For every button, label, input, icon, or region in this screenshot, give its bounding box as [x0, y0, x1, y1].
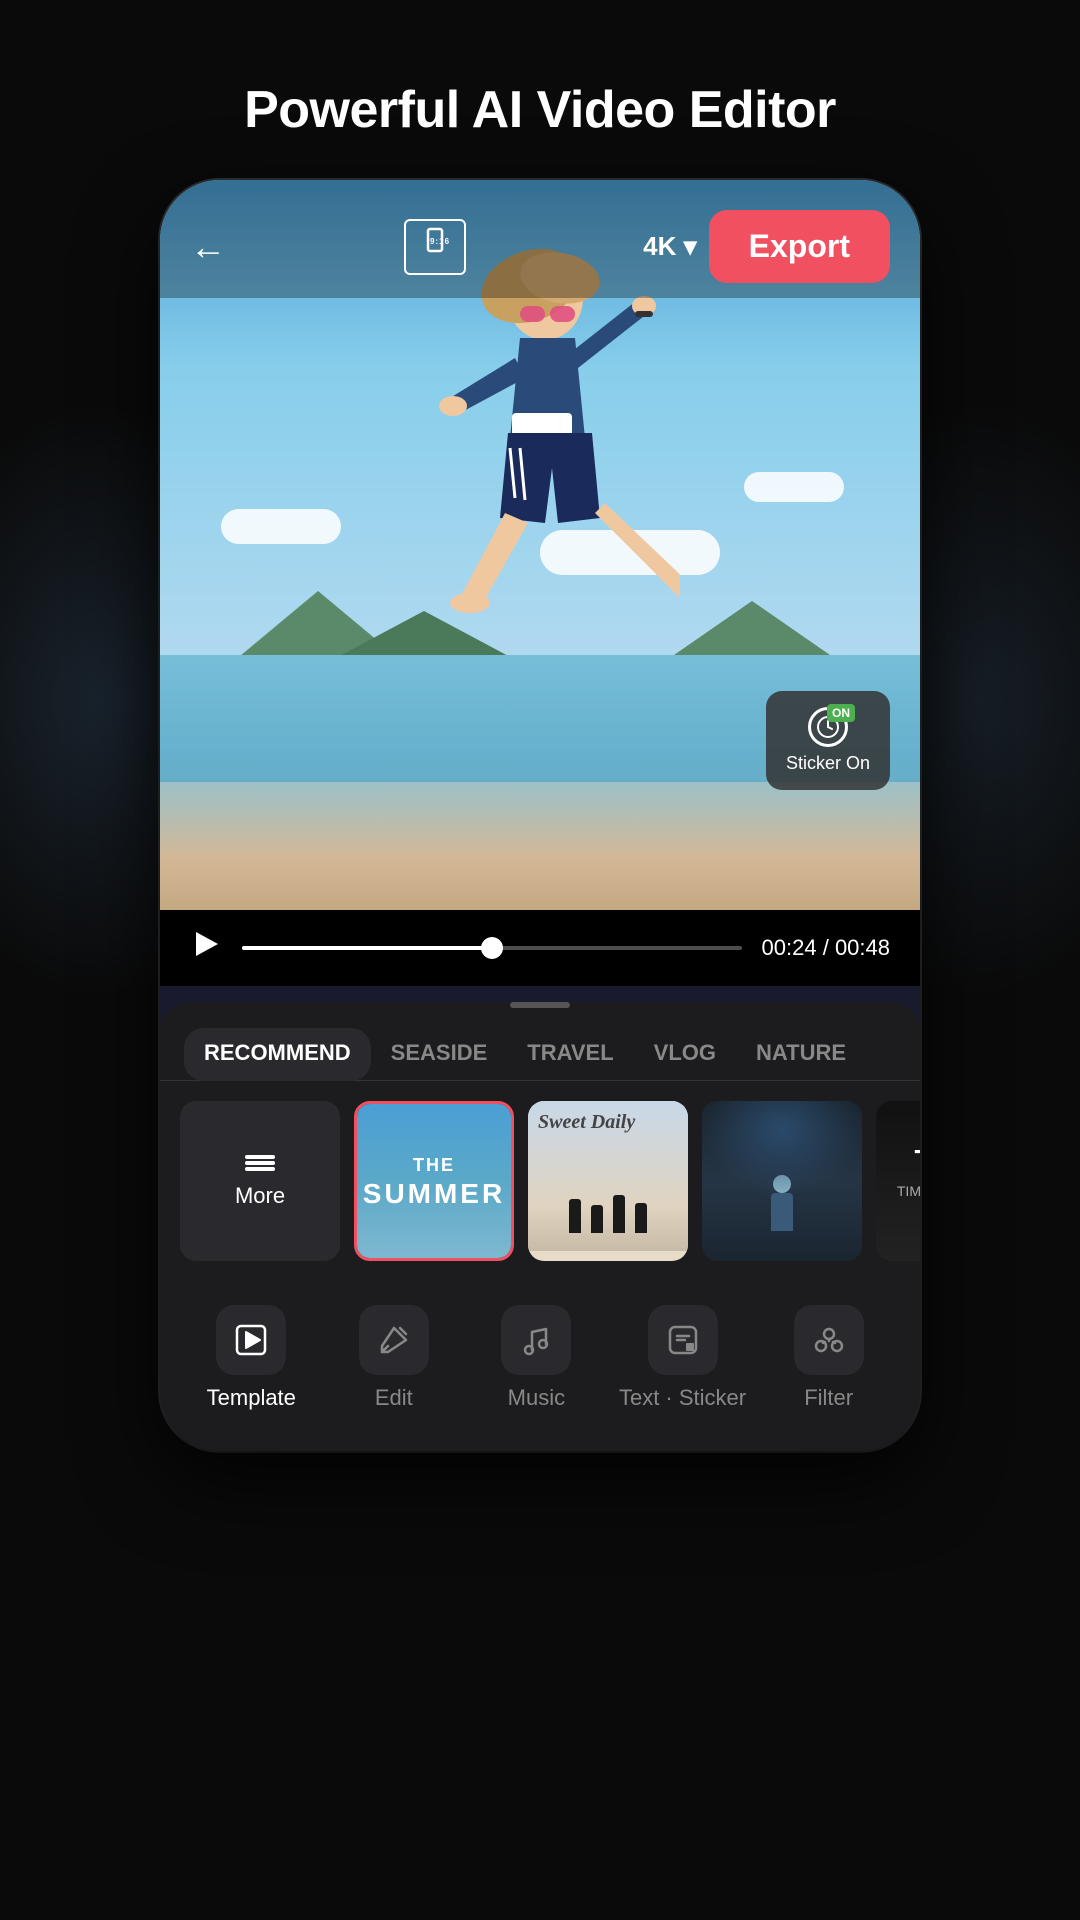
tool-template-label: Template: [207, 1385, 296, 1411]
tab-recommend[interactable]: RECOMMEND: [184, 1028, 371, 1081]
export-button[interactable]: Export: [709, 210, 890, 283]
tool-edit-icon: [359, 1305, 429, 1375]
time-label: TIME: [915, 1144, 920, 1176]
page-title: Powerful AI Video Editor: [0, 0, 1080, 180]
tool-text-sticker[interactable]: Text · Sticker: [619, 1305, 746, 1411]
silhouette-2: [591, 1205, 603, 1233]
tool-filter[interactable]: Filter: [769, 1305, 889, 1411]
tool-text-sticker-label: Text · Sticker: [619, 1385, 746, 1411]
quality-badge[interactable]: 4K ▾: [643, 231, 697, 262]
bottom-panel: RECOMMEND SEASIDE TRAVEL VLOG NATURE Mor…: [160, 1002, 920, 1451]
ratio-indicator[interactable]: 9:16: [404, 219, 466, 275]
lonely-glow: [702, 1101, 862, 1197]
phone-shell: ← 9:16 4K ▾ Export: [160, 180, 920, 1451]
sweet-daily-text: Sweet Daily: [538, 1111, 678, 1134]
cloud-3: [744, 472, 844, 502]
drag-handle[interactable]: [510, 1002, 570, 1008]
template-more[interactable]: More: [180, 1101, 340, 1261]
more-label: More: [235, 1183, 285, 1209]
template-birds[interactable]: Sweet Daily: [528, 1101, 688, 1261]
tool-music-icon: [501, 1305, 571, 1375]
ratio-box: 9:16: [404, 219, 466, 275]
sticker-on-badge[interactable]: ON Sticker On: [766, 691, 890, 790]
category-tabs: RECOMMEND SEASIDE TRAVEL VLOG NATURE: [160, 1028, 920, 1081]
template-summer[interactable]: ThE SUMMER: [354, 1101, 514, 1261]
bottom-toolbar: Template Edit: [160, 1281, 920, 1421]
playback-bar: 00:24 / 00:48: [160, 910, 920, 986]
progress-thumb[interactable]: [481, 937, 503, 959]
back-button[interactable]: ←: [190, 226, 226, 268]
silhouette-4: [635, 1203, 647, 1233]
time-display: 00:24 / 00:48: [762, 935, 890, 961]
tab-vlog[interactable]: VLOG: [634, 1028, 736, 1081]
tab-travel[interactable]: TRAVEL: [507, 1028, 633, 1081]
silhouette-3: [613, 1195, 625, 1233]
progress-track[interactable]: [242, 946, 742, 950]
templates-row: More ThE SUMMER Sweet Daily: [160, 1101, 920, 1261]
tool-filter-label: Filter: [804, 1385, 853, 1411]
svg-text:9:16: 9:16: [430, 237, 450, 246]
tab-nature[interactable]: NATURE: [736, 1028, 866, 1081]
tab-seaside[interactable]: SEASIDE: [371, 1028, 508, 1081]
play-button[interactable]: [190, 928, 222, 968]
jumping-person: [400, 238, 680, 738]
tool-template[interactable]: Template: [191, 1305, 311, 1411]
progress-fill: [242, 946, 492, 950]
more-icon: [245, 1153, 275, 1173]
tool-template-icon: [216, 1305, 286, 1375]
tool-music-label: Music: [508, 1385, 565, 1411]
tool-filter-icon: [794, 1305, 864, 1375]
tool-edit-label: Edit: [375, 1385, 413, 1411]
sticker-on-label: Sticker On: [786, 753, 870, 774]
on-badge-text: ON: [827, 704, 855, 722]
tool-music[interactable]: Music: [476, 1305, 596, 1411]
silhouette-1: [569, 1199, 581, 1233]
template-time[interactable]: TIME TIME SOMEBODY LOVE: [876, 1101, 920, 1261]
sticker-on-icon: ON: [808, 707, 848, 747]
cloud-1: [221, 509, 341, 544]
editor-screen: ← 9:16 4K ▾ Export: [160, 180, 920, 986]
summer-text: ThE SUMMER: [363, 1151, 505, 1211]
top-toolbar: ← 9:16 4K ▾ Export: [160, 180, 920, 298]
tool-text-sticker-icon: [648, 1305, 718, 1375]
tool-edit[interactable]: Edit: [334, 1305, 454, 1411]
template-lonely[interactable]: [702, 1101, 862, 1261]
time-subtitle: TIME SOMEBODY LOVE: [876, 1182, 920, 1218]
quality-export: 4K ▾ Export: [643, 210, 890, 283]
